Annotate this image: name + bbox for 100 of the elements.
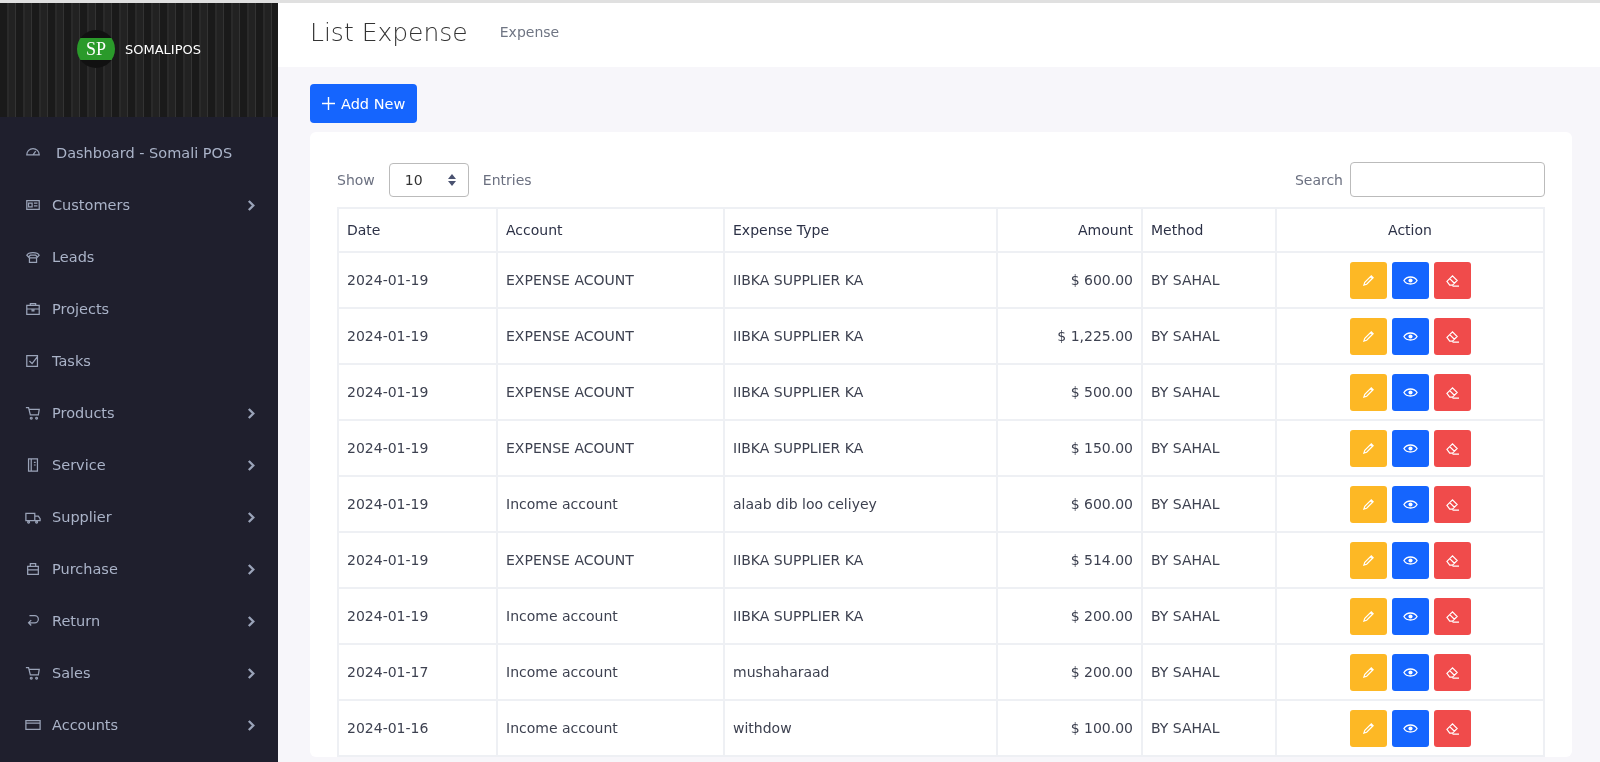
add-new-button[interactable]: Add New [310,84,418,123]
view-button[interactable] [1391,373,1429,411]
eye-icon [1402,665,1418,679]
cart-icon [25,405,41,421]
pencil-icon [1360,609,1376,623]
telephone-icon [25,249,41,265]
table-cell: EXPENSE ACOUNT [497,308,724,364]
pencil-icon [1360,721,1376,735]
view-button[interactable] [1391,709,1429,747]
eraser-icon [1444,721,1460,735]
search-label: Search [1294,171,1343,188]
checkbox-icon [25,353,41,369]
eraser-icon [1444,553,1460,567]
view-button[interactable] [1391,429,1429,467]
column-header: Date [338,208,497,252]
table-cell: 2024-01-19 [338,476,497,532]
delete-button[interactable] [1433,317,1471,355]
eraser-icon [1444,497,1460,511]
table-cell: $ 514.00 [997,532,1142,588]
eraser-icon [1444,609,1460,623]
table-cell: IIBKA SUPPLIER KA [724,308,997,364]
sidebar-item[interactable]: Products [0,387,278,439]
credit-card-icon [25,717,41,733]
table-cell: $ 1,225.00 [997,308,1142,364]
brand-name: SOMALIPOS [125,41,201,57]
delete-button[interactable] [1433,541,1471,579]
table-cell: BY SAHAL [1142,308,1276,364]
table-cell: IIBKA SUPPLIER KA [724,252,997,308]
table-cell: Income account [497,476,724,532]
sidebar-item[interactable]: Service [0,439,278,491]
return-arrow-icon [25,613,41,629]
table-cell: EXPENSE ACOUNT [497,364,724,420]
table-cell: alaab dib loo celiyey [724,476,997,532]
view-button[interactable] [1391,597,1429,635]
eye-icon [1402,609,1418,623]
table-cell: $ 200.00 [997,644,1142,700]
table-cell: $ 600.00 [997,252,1142,308]
table-cell: IIBKA SUPPLIER KA [724,532,997,588]
delete-button[interactable] [1433,485,1471,523]
page-title: List Expense [310,17,468,47]
eye-icon [1402,497,1418,511]
eye-icon [1402,553,1418,567]
column-header: Amount [997,208,1142,252]
delete-button[interactable] [1433,429,1471,467]
column-header: Expense Type [724,208,997,252]
view-button[interactable] [1391,485,1429,523]
table-cell: 2024-01-19 [338,364,497,420]
sidebar-item[interactable]: Tasks [0,335,278,387]
column-header: Action [1276,208,1544,252]
sidebar-item[interactable]: Supplier [0,491,278,543]
view-button[interactable] [1391,261,1429,299]
bag-icon [25,561,41,577]
sidebar-item[interactable]: Leads [0,231,278,283]
sidebar-item[interactable]: Dashboard - Somali POS [0,127,278,179]
sidebar-item[interactable]: Purchase [0,543,278,595]
delete-button[interactable] [1433,597,1471,635]
eye-icon [1402,329,1418,343]
table-cell: 2024-01-19 [338,252,497,308]
delete-button[interactable] [1433,373,1471,411]
page-size-select[interactable]: 10 [388,162,469,197]
table-cell: BY SAHAL [1142,700,1276,756]
table-cell: Income account [497,700,724,756]
delete-button[interactable] [1433,653,1471,691]
sidebar-item[interactable]: Accounts [0,699,278,751]
table-cell: $ 500.00 [997,364,1142,420]
table-cell: withdow [724,700,997,756]
table-cell: BY SAHAL [1142,532,1276,588]
sidebar-item[interactable]: Projects [0,283,278,335]
search-field[interactable] [1350,162,1545,197]
pencil-icon [1360,385,1376,399]
pencil-icon [1360,441,1376,455]
table-cell: 2024-01-19 [338,308,497,364]
pencil-icon [1360,665,1376,679]
delete-button[interactable] [1433,709,1471,747]
table-cell: BY SAHAL [1142,364,1276,420]
eye-icon [1402,385,1418,399]
sidebar-item[interactable]: Return [0,595,278,647]
show-label: Show [337,171,375,188]
table-cell: BY SAHAL [1142,420,1276,476]
table-cell: IIBKA SUPPLIER KA [724,420,997,476]
view-button[interactable] [1391,541,1429,579]
table-cell: $ 600.00 [997,476,1142,532]
table-cell: 2024-01-16 [338,700,497,756]
plus-icon [322,97,335,110]
table-cell: Income account [497,644,724,700]
view-button[interactable] [1391,317,1429,355]
id-card-icon [25,197,41,213]
pencil-icon [1360,273,1376,287]
breadcrumb-link[interactable]: Expense [499,24,560,40]
sort-caret-icon [447,173,456,186]
notebook-icon [25,457,41,473]
table-cell: 2024-01-19 [338,420,497,476]
table-cell: 2024-01-19 [338,588,497,644]
view-button[interactable] [1391,653,1429,691]
sidebar-item[interactable]: Sales [0,647,278,699]
table-cell: BY SAHAL [1142,588,1276,644]
table-cell: 2024-01-17 [338,644,497,700]
pencil-icon [1360,497,1376,511]
delete-button[interactable] [1433,261,1471,299]
sidebar-item[interactable]: Customers [0,179,278,231]
